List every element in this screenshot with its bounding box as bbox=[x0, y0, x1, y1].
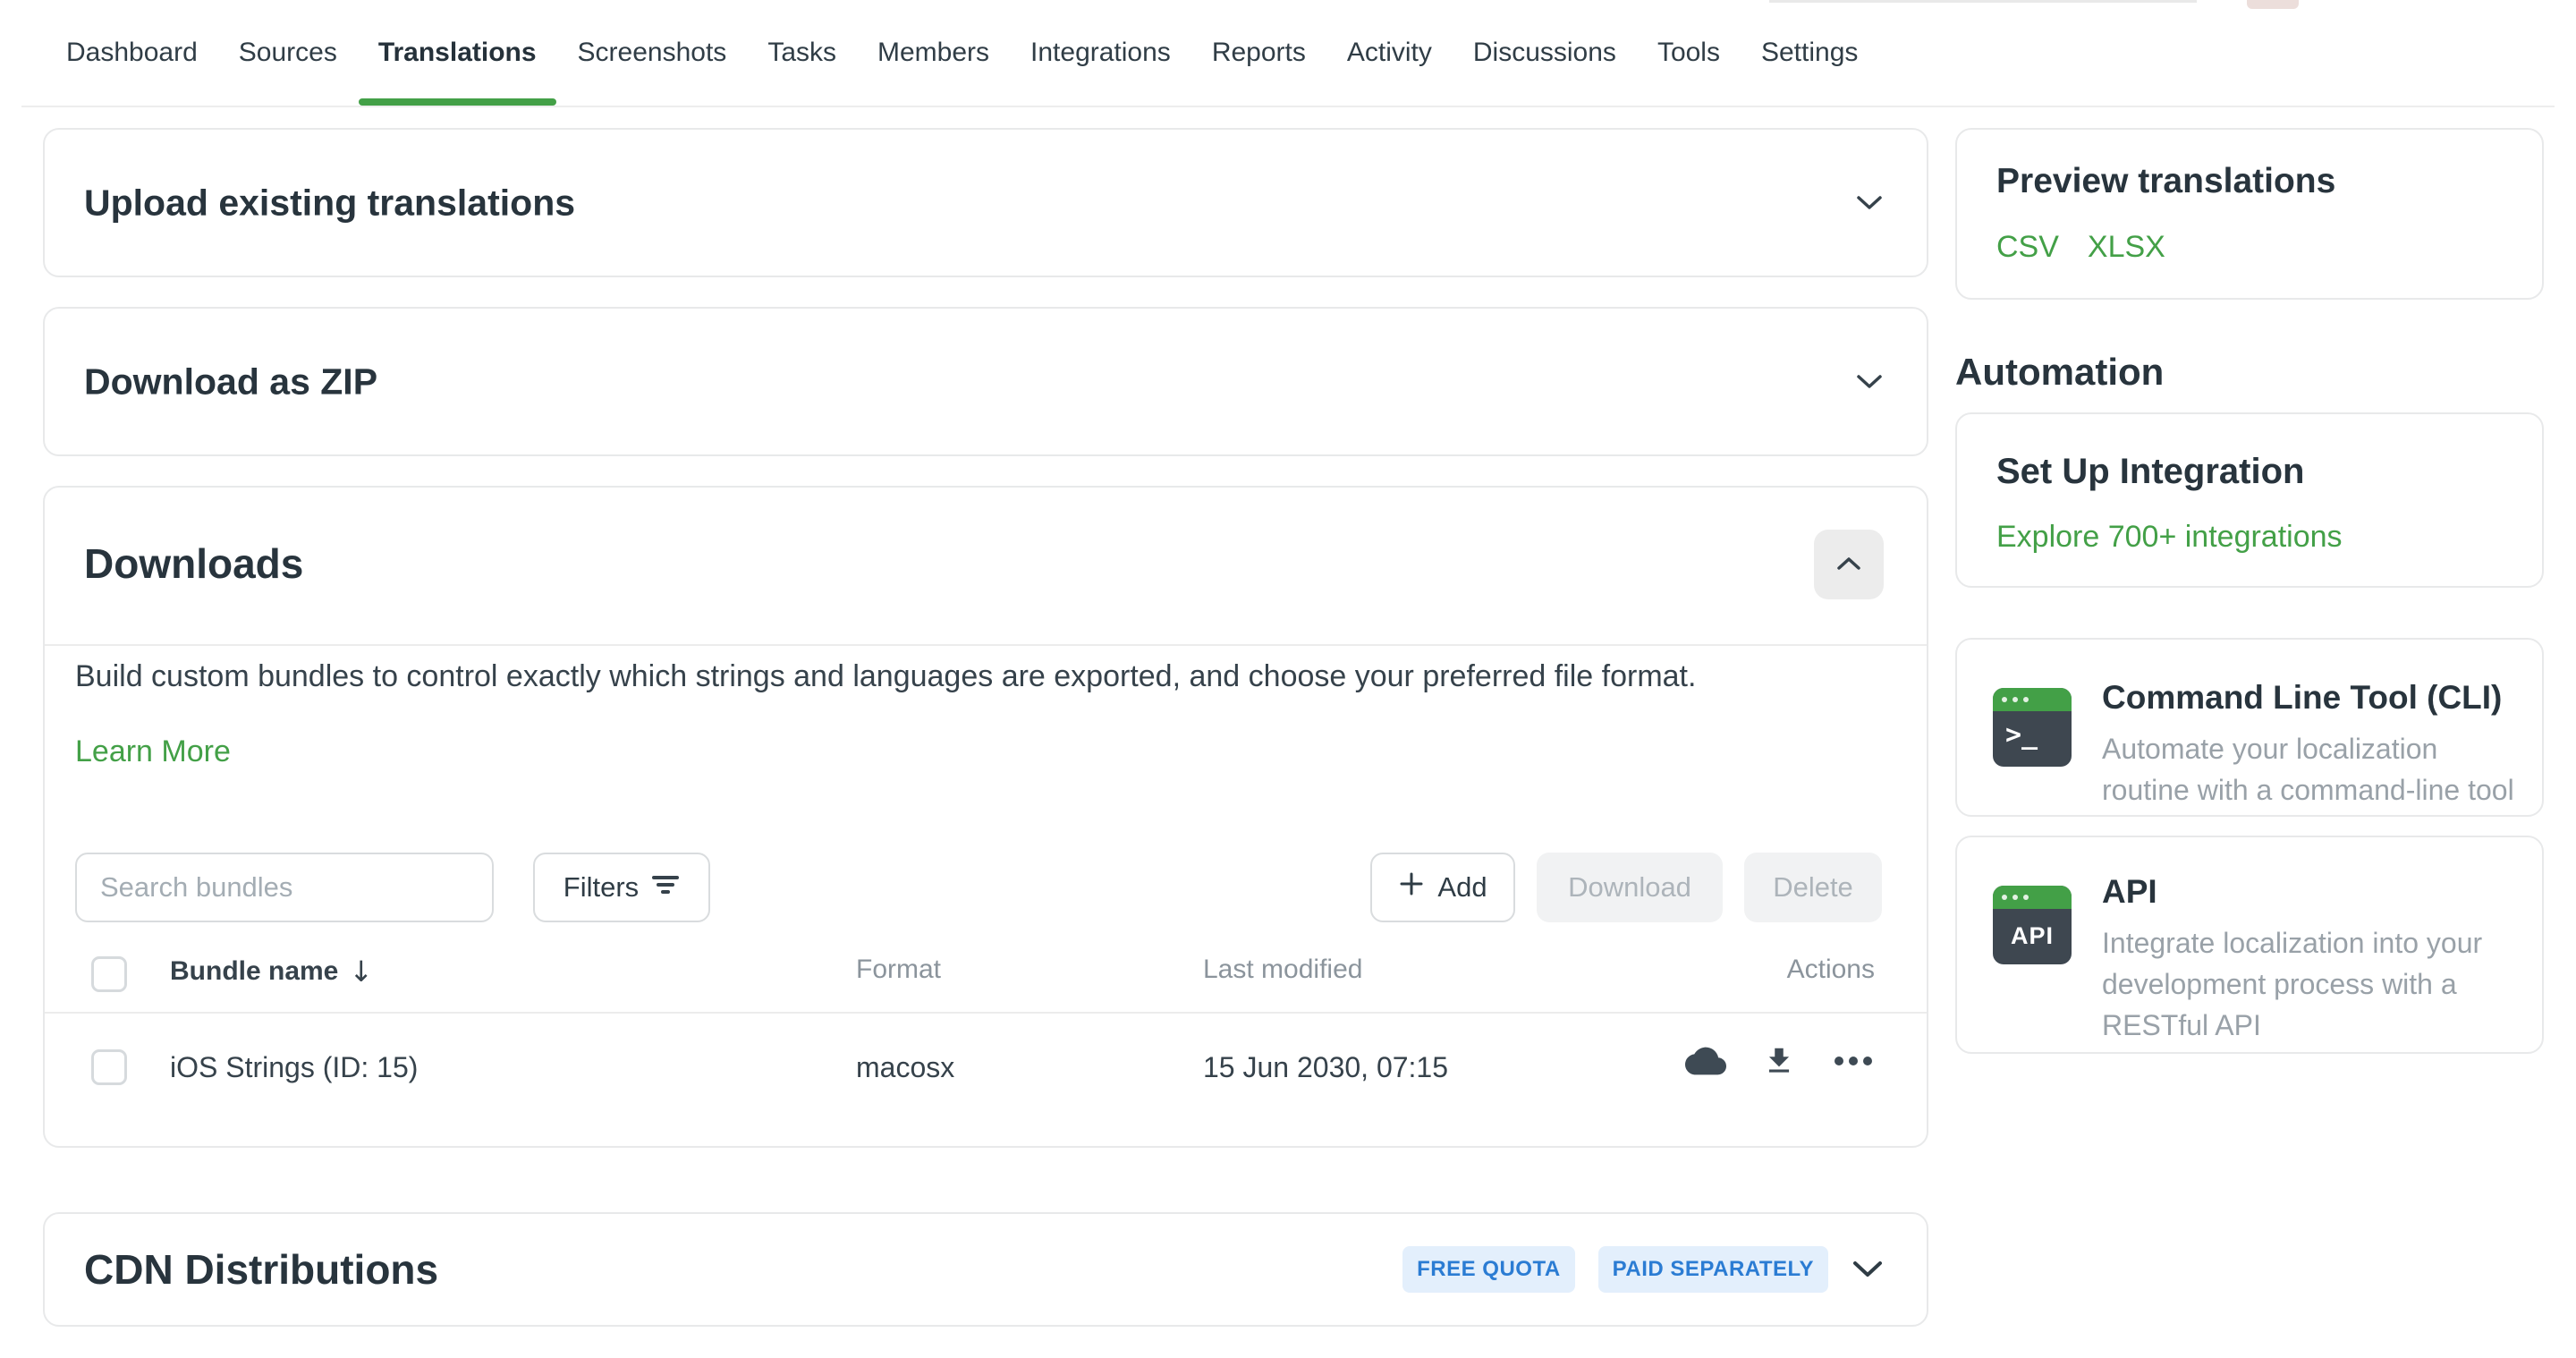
format-cell: macosx bbox=[856, 1051, 954, 1084]
add-button-label: Add bbox=[1437, 871, 1487, 904]
chevron-down-icon[interactable] bbox=[1855, 373, 1884, 391]
panel-upload-existing-translations[interactable]: Upload existing translations bbox=[43, 128, 1928, 277]
tab-integrations[interactable]: Integrations bbox=[1030, 0, 1171, 107]
column-bundle-name[interactable]: Bundle name ↓ bbox=[170, 955, 373, 989]
tab-reports[interactable]: Reports bbox=[1212, 0, 1306, 107]
chevron-down-icon[interactable] bbox=[1852, 1260, 1884, 1279]
collapse-button[interactable] bbox=[1814, 530, 1884, 599]
paid-separately-badge: PAID SEPARATELY bbox=[1598, 1246, 1828, 1293]
tab-members[interactable]: Members bbox=[877, 0, 989, 107]
filters-button[interactable]: Filters bbox=[533, 853, 710, 922]
automation-heading: Automation bbox=[1955, 351, 2164, 394]
csv-link[interactable]: CSV bbox=[1996, 230, 2059, 265]
column-actions: Actions bbox=[1787, 955, 1875, 985]
panel-title: Downloads bbox=[84, 539, 303, 588]
download-icon[interactable] bbox=[1762, 1044, 1796, 1078]
bundles-table-header: Bundle name ↓ Format Last modified Actio… bbox=[45, 953, 1927, 1012]
terminal-prompt: >_ bbox=[1993, 711, 2072, 749]
filters-button-label: Filters bbox=[564, 871, 639, 904]
plus-icon bbox=[1398, 870, 1425, 904]
tab-tasks[interactable]: Tasks bbox=[767, 0, 836, 107]
row-actions bbox=[1685, 1040, 1875, 1082]
panel-title: Upload existing translations bbox=[84, 182, 575, 224]
tab-translations[interactable]: Translations bbox=[378, 0, 537, 107]
card-command-line-tool[interactable]: >_ Command Line Tool (CLI) Automate your… bbox=[1955, 638, 2544, 817]
chevron-down-icon[interactable] bbox=[1855, 194, 1884, 212]
table-row[interactable]: iOS Strings (ID: 15) macosx 15 Jun 2030,… bbox=[45, 1014, 1927, 1121]
search-bundles-input[interactable] bbox=[75, 853, 494, 922]
header-divider bbox=[45, 644, 1927, 646]
nav-tabs: Dashboard Sources Translations Screensho… bbox=[66, 0, 1858, 107]
column-format: Format bbox=[856, 955, 941, 985]
last-modified-cell: 15 Jun 2030, 07:15 bbox=[1203, 1051, 1448, 1084]
cloud-icon[interactable] bbox=[1685, 1040, 1726, 1082]
top-navigation: Dashboard Sources Translations Screensho… bbox=[0, 0, 2576, 107]
more-actions-icon[interactable] bbox=[1832, 1055, 1875, 1067]
xlsx-link[interactable]: XLSX bbox=[2088, 230, 2165, 265]
panel-title: Preview translations bbox=[1996, 162, 2335, 201]
bundle-name-cell: iOS Strings (ID: 15) bbox=[170, 1051, 418, 1084]
api-description: Integrate localization into your develop… bbox=[2102, 923, 2522, 1046]
column-last-modified: Last modified bbox=[1203, 955, 1362, 985]
downloads-description: Build custom bundles to control exactly … bbox=[75, 659, 1696, 694]
cdn-header-right: FREE QUOTA PAID SEPARATELY bbox=[1402, 1246, 1884, 1293]
panel-title: CDN Distributions bbox=[84, 1245, 438, 1294]
tab-sources[interactable]: Sources bbox=[239, 0, 337, 107]
api-title: API bbox=[2102, 873, 2157, 911]
panel-title: Download as ZIP bbox=[84, 361, 377, 403]
panel-preview-translations: Preview translations CSV XLSX bbox=[1955, 128, 2544, 300]
avatar-remnant bbox=[2247, 0, 2299, 9]
sort-desc-icon: ↓ bbox=[349, 955, 373, 989]
row-checkbox[interactable] bbox=[91, 1049, 127, 1085]
add-bundle-button[interactable]: Add bbox=[1370, 853, 1515, 922]
panel-set-up-integration: Set Up Integration Explore 700+ integrat… bbox=[1955, 412, 2544, 588]
card-api[interactable]: API API Integrate localization into your… bbox=[1955, 836, 2544, 1054]
nav-divider bbox=[21, 106, 2555, 107]
cli-title: Command Line Tool (CLI) bbox=[2102, 679, 2502, 717]
filter-icon bbox=[651, 871, 680, 904]
api-icon-titlebar bbox=[1993, 886, 2072, 909]
delete-button[interactable]: Delete bbox=[1744, 853, 1882, 922]
tab-settings[interactable]: Settings bbox=[1761, 0, 1858, 107]
tab-activity[interactable]: Activity bbox=[1347, 0, 1432, 107]
tab-discussions[interactable]: Discussions bbox=[1473, 0, 1616, 107]
learn-more-link[interactable]: Learn More bbox=[75, 734, 231, 769]
panel-download-as-zip[interactable]: Download as ZIP bbox=[43, 307, 1928, 456]
tab-screenshots[interactable]: Screenshots bbox=[578, 0, 727, 107]
tab-tools[interactable]: Tools bbox=[1657, 0, 1720, 107]
api-icon: API bbox=[1993, 886, 2072, 964]
preview-links: CSV XLSX bbox=[1996, 230, 2165, 265]
translations-page: Dashboard Sources Translations Screensho… bbox=[0, 0, 2576, 1358]
panel-cdn-distributions[interactable]: CDN Distributions FREE QUOTA PAID SEPARA… bbox=[43, 1212, 1928, 1327]
panel-downloads: Downloads Build custom bundles to contro… bbox=[43, 486, 1928, 1148]
terminal-icon: >_ bbox=[1993, 688, 2072, 767]
tab-dashboard[interactable]: Dashboard bbox=[66, 0, 198, 107]
download-button[interactable]: Download bbox=[1537, 853, 1723, 922]
select-all-checkbox[interactable] bbox=[91, 956, 127, 992]
chevron-up-icon bbox=[1836, 556, 1861, 574]
panel-title: Set Up Integration bbox=[1996, 452, 2304, 492]
explore-integrations-link[interactable]: Explore 700+ integrations bbox=[1996, 520, 2343, 555]
free-quota-badge: FREE QUOTA bbox=[1402, 1246, 1575, 1293]
terminal-icon-titlebar bbox=[1993, 688, 2072, 711]
cli-description: Automate your localization routine with … bbox=[2102, 729, 2522, 811]
api-icon-label: API bbox=[1993, 909, 2072, 950]
